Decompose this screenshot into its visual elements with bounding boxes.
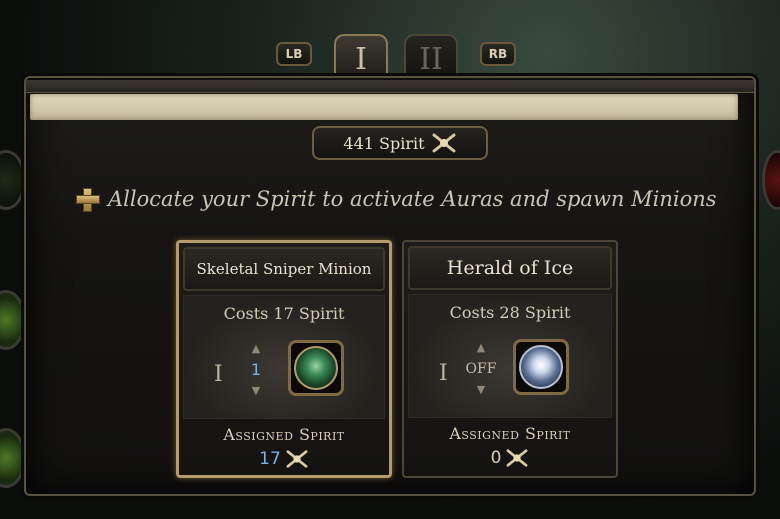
chevron-up-icon[interactable]: ▲: [238, 342, 274, 356]
chevron-down-icon[interactable]: ▼: [463, 383, 499, 397]
skill-tier-numeral: I: [439, 361, 448, 386]
card-title: Skeletal Sniper Minion: [183, 247, 385, 291]
skill-card-skeletal-sniper[interactable]: Skeletal Sniper Minion Costs 17 Spirit I…: [176, 240, 392, 478]
gem-artwork: [294, 346, 338, 390]
instruction-text: Allocate your Spirit to activate Auras a…: [108, 187, 717, 211]
lb-button-hint[interactable]: LB: [276, 42, 312, 66]
rb-button-hint[interactable]: RB: [480, 42, 516, 66]
card-cost: Costs 17 Spirit: [223, 304, 345, 323]
level-stepper[interactable]: ▲ 1 ▼: [238, 342, 274, 402]
instruction-text-row: Allocate your Spirit to activate Auras a…: [76, 184, 756, 214]
spirit-total-label: 441 Spirit: [343, 133, 425, 153]
skeletal-sniper-gem-icon[interactable]: [288, 340, 344, 396]
chevron-up-icon[interactable]: ▲: [463, 341, 499, 355]
assigned-spirit-value: 0: [490, 448, 502, 468]
assigned-spirit-value-row: 0: [404, 448, 616, 468]
spirit-icon: [505, 448, 529, 468]
level-stepper[interactable]: ▲ OFF ▼: [463, 341, 499, 401]
spirit-bar: [30, 94, 738, 120]
plus-icon: [76, 188, 100, 212]
skill-card-herald-of-ice[interactable]: Herald of Ice Costs 28 Spirit I ▲ OFF ▼ …: [402, 240, 618, 478]
spirit-panel: 441 Spirit Allocate your Spirit to activ…: [24, 76, 756, 496]
skill-tier-numeral: I: [214, 362, 223, 387]
card-title: Herald of Ice: [408, 246, 612, 290]
level-value: OFF: [465, 361, 497, 377]
card-body: Costs 28 Spirit I ▲ OFF ▼: [408, 294, 612, 418]
spirit-total-badge: 441 Spirit: [312, 126, 488, 160]
assigned-spirit-label: Assigned Spirit: [223, 425, 345, 444]
card-body: Costs 17 Spirit I ▲ 1 ▼: [183, 295, 385, 419]
level-value: 1: [250, 360, 262, 379]
tab-page-2[interactable]: II: [404, 34, 458, 82]
assigned-spirit-label: Assigned Spirit: [449, 424, 571, 443]
tab-bar: LB I II RB: [0, 34, 780, 82]
spirit-icon: [285, 449, 309, 469]
tab-page-1[interactable]: I: [334, 34, 388, 82]
gem-artwork: [519, 345, 563, 389]
assigned-spirit-value-row: 17: [179, 449, 389, 469]
assigned-spirit-value: 17: [259, 449, 281, 469]
chevron-down-icon[interactable]: ▼: [238, 384, 274, 398]
card-cost: Costs 28 Spirit: [449, 303, 571, 322]
panel-top-rim: [26, 80, 754, 93]
spirit-icon: [431, 132, 457, 154]
herald-of-ice-gem-icon[interactable]: [513, 339, 569, 395]
